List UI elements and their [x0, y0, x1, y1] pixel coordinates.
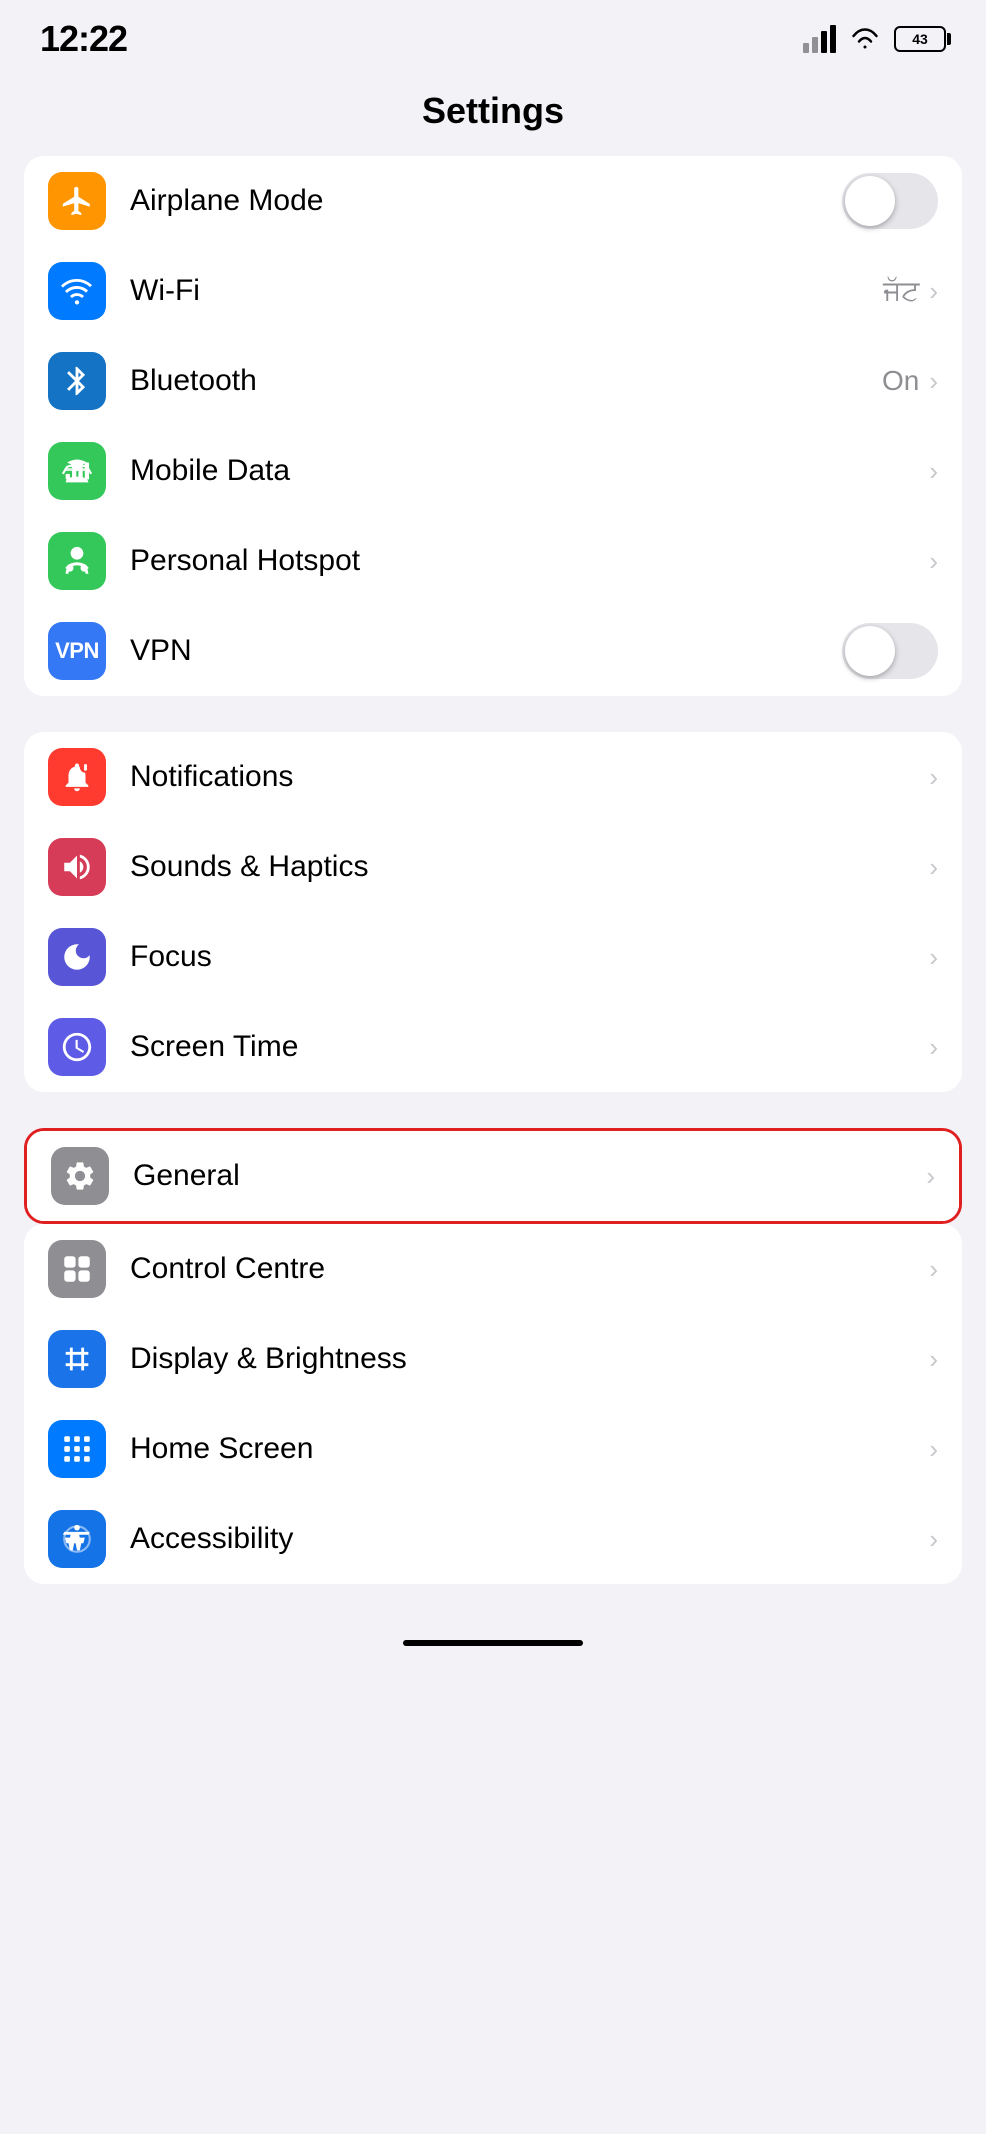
battery-indicator: 43 [894, 26, 946, 52]
status-icons: 43 [803, 25, 946, 53]
connectivity-group: Airplane Mode Wi-Fi ਜੱਟ › Bluetooth On › [24, 156, 962, 696]
bluetooth-chevron-icon: › [929, 366, 938, 397]
notifications-label: Notifications [130, 760, 929, 794]
mobile-data-icon [48, 442, 106, 500]
mobile-data-chevron-icon: › [929, 456, 938, 487]
general-chevron-icon: › [926, 1161, 935, 1192]
wifi-value: ਜੱਟ [883, 275, 919, 308]
signal-bars-icon [803, 25, 836, 53]
system-group-1: Notifications › Sounds & Haptics › Focus… [24, 732, 962, 1092]
accessibility-label: Accessibility [130, 1522, 929, 1556]
control-centre-chevron-icon: › [929, 1254, 938, 1285]
vpn-toggle[interactable] [842, 623, 938, 679]
display-brightness-icon [48, 1330, 106, 1388]
personal-hotspot-chevron-icon: › [929, 546, 938, 577]
mobile-data-label: Mobile Data [130, 454, 929, 488]
notifications-chevron-icon: › [929, 762, 938, 793]
personal-hotspot-label: Personal Hotspot [130, 544, 929, 578]
home-screen-chevron-icon: › [929, 1434, 938, 1465]
bluetooth-row[interactable]: Bluetooth On › [24, 336, 962, 426]
mobile-data-row[interactable]: Mobile Data › [24, 426, 962, 516]
accessibility-icon [48, 1510, 106, 1568]
sounds-haptics-icon [48, 838, 106, 896]
control-centre-icon [48, 1240, 106, 1298]
general-row[interactable]: General › [27, 1131, 959, 1221]
home-screen-row[interactable]: Home Screen › [24, 1404, 962, 1494]
screen-time-icon [48, 1018, 106, 1076]
accessibility-chevron-icon: › [929, 1524, 938, 1555]
home-screen-label: Home Screen [130, 1432, 929, 1466]
vpn-label: VPN [130, 634, 842, 668]
notifications-row[interactable]: Notifications › [24, 732, 962, 822]
wifi-label: Wi-Fi [130, 274, 883, 308]
focus-chevron-icon: › [929, 942, 938, 973]
page-title: Settings [0, 70, 986, 156]
general-group-highlighted: General › [24, 1128, 962, 1224]
airplane-mode-label: Airplane Mode [130, 184, 842, 218]
personal-hotspot-row[interactable]: Personal Hotspot › [24, 516, 962, 606]
screen-time-label: Screen Time [130, 1030, 929, 1064]
display-brightness-label: Display & Brightness [130, 1342, 929, 1376]
wifi-status-icon [848, 25, 882, 53]
screen-time-row[interactable]: Screen Time › [24, 1002, 962, 1092]
sounds-haptics-label: Sounds & Haptics [130, 850, 929, 884]
control-centre-label: Control Centre [130, 1252, 929, 1286]
wifi-chevron-icon: › [929, 276, 938, 307]
sounds-haptics-chevron-icon: › [929, 852, 938, 883]
general-label: General [133, 1159, 926, 1193]
notifications-icon [48, 748, 106, 806]
airplane-mode-icon [48, 172, 106, 230]
status-bar: 12:22 43 [0, 0, 986, 70]
bluetooth-label: Bluetooth [130, 364, 882, 398]
sounds-haptics-row[interactable]: Sounds & Haptics › [24, 822, 962, 912]
display-brightness-row[interactable]: Display & Brightness › [24, 1314, 962, 1404]
home-indicator [0, 1620, 986, 1656]
focus-icon [48, 928, 106, 986]
status-time: 12:22 [40, 18, 127, 60]
vpn-icon: VPN [48, 622, 106, 680]
bluetooth-icon [48, 352, 106, 410]
home-bar [403, 1640, 583, 1646]
screen-time-chevron-icon: › [929, 1032, 938, 1063]
control-centre-row[interactable]: Control Centre › [24, 1224, 962, 1314]
airplane-mode-toggle[interactable] [842, 173, 938, 229]
bluetooth-value: On [882, 365, 919, 397]
focus-row[interactable]: Focus › [24, 912, 962, 1002]
airplane-mode-row[interactable]: Airplane Mode [24, 156, 962, 246]
wifi-icon [48, 262, 106, 320]
display-brightness-chevron-icon: › [929, 1344, 938, 1375]
focus-label: Focus [130, 940, 929, 974]
personal-hotspot-icon [48, 532, 106, 590]
accessibility-row[interactable]: Accessibility › [24, 1494, 962, 1584]
home-screen-icon [48, 1420, 106, 1478]
general-icon [51, 1147, 109, 1205]
general-group: General › [27, 1131, 959, 1221]
vpn-row[interactable]: VPN VPN [24, 606, 962, 696]
wifi-row[interactable]: Wi-Fi ਜੱਟ › [24, 246, 962, 336]
system-group-2: Control Centre › Display & Brightness › [24, 1224, 962, 1584]
